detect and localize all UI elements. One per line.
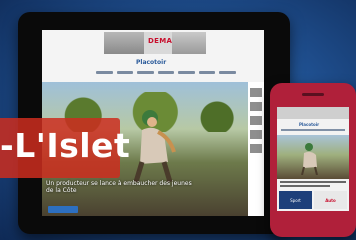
phone-ad-sport[interactable]: Sport [279, 191, 312, 209]
phone-farmer-figure [301, 143, 318, 175]
hero-caption[interactable]: Un producteur se lance à embaucher des j… [46, 180, 196, 194]
main-nav [96, 70, 237, 76]
nav-item[interactable] [96, 71, 113, 74]
phone-screen: Placotoir Sport Auto [277, 107, 349, 211]
nav-item[interactable] [157, 71, 175, 74]
banner-image-right [172, 32, 206, 54]
read-more-button[interactable] [48, 206, 78, 213]
farmer-figure [133, 110, 176, 183]
top-banner-ad[interactable]: DEMAIS [104, 32, 206, 54]
phone-speaker [302, 93, 324, 96]
phone-ads-row: Sport Auto [277, 191, 349, 209]
sidebar-ad[interactable] [250, 102, 262, 111]
sidebar-ad[interactable] [250, 144, 262, 153]
sidebar-ads [248, 82, 264, 216]
sidebar-ad[interactable] [250, 88, 262, 97]
site-logo[interactable]: Placotoir [136, 59, 166, 66]
phone-ad-auto[interactable]: Auto [314, 191, 347, 209]
sidebar-ad[interactable] [250, 116, 262, 125]
phone-nav[interactable] [281, 129, 345, 131]
nav-item[interactable] [116, 71, 134, 74]
nav-item[interactable] [137, 71, 154, 74]
phone-hero-image[interactable] [277, 135, 349, 179]
phone-caption-line [280, 181, 346, 183]
phone-site-logo[interactable]: Placotoir [299, 122, 319, 127]
sidebar-ad[interactable] [250, 130, 262, 139]
nav-item[interactable] [198, 71, 216, 74]
phone-banner-ad[interactable] [277, 107, 349, 119]
banner-image-left [104, 32, 144, 54]
phone-device: Placotoir Sport Auto [270, 83, 356, 237]
overlay-title: -L'Islet [0, 126, 131, 165]
nav-item[interactable] [219, 71, 237, 74]
nav-item[interactable] [178, 71, 195, 74]
phone-caption-line [280, 185, 330, 187]
